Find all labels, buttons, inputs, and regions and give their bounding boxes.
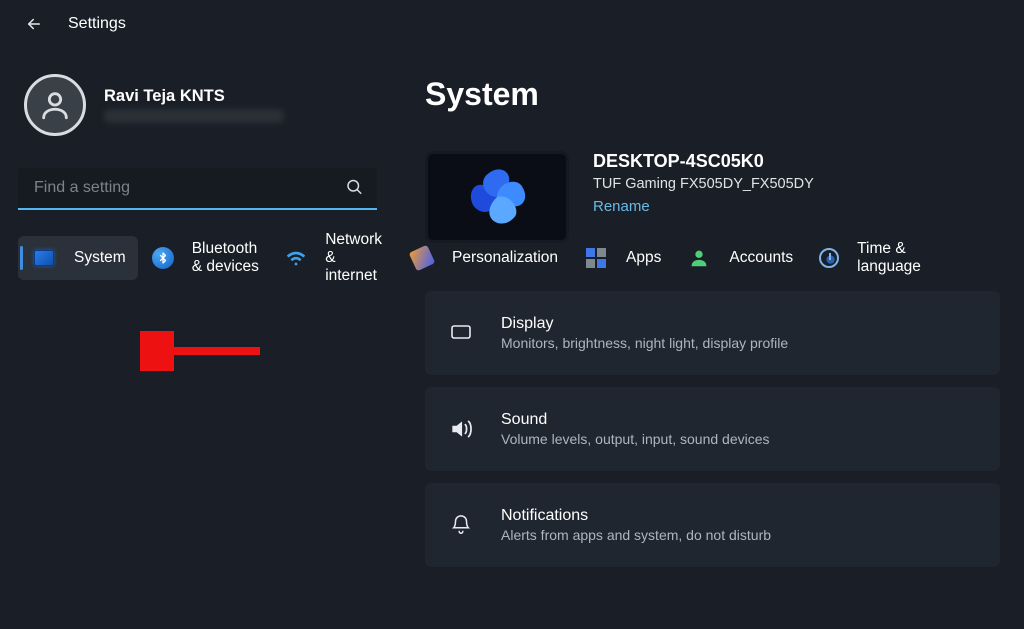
card-title: Sound: [501, 411, 770, 429]
sidebar-item-network[interactable]: Network & internet: [271, 236, 396, 280]
sidebar-item-label: Network & internet: [325, 231, 384, 285]
back-button[interactable]: [22, 12, 46, 36]
sidebar-item-label: Time & language: [857, 240, 925, 276]
device-block: DESKTOP-4SC05K0 TUF Gaming FX505DY_FX505…: [425, 151, 1000, 243]
device-thumbnail: [425, 151, 569, 243]
bluetooth-icon: [152, 247, 174, 269]
device-model: TUF Gaming FX505DY_FX505DY: [593, 176, 814, 192]
user-icon: [38, 88, 72, 122]
sidebar-item-label: System: [74, 249, 126, 267]
rename-link[interactable]: Rename: [593, 198, 814, 215]
sidebar: Ravi Teja KNTS System Bluetooth & device…: [0, 46, 395, 629]
system-icon: [34, 250, 54, 266]
sidebar-item-label: Accounts: [729, 249, 793, 267]
user-email-redacted: [104, 109, 284, 123]
card-title: Display: [501, 315, 788, 333]
sidebar-item-label: Apps: [626, 249, 661, 267]
card-sound[interactable]: Sound Volume levels, output, input, soun…: [425, 387, 1000, 471]
sidebar-item-apps[interactable]: Apps: [570, 236, 673, 280]
sidebar-item-personalization[interactable]: Personalization: [396, 236, 570, 280]
sidebar-item-system[interactable]: System: [18, 236, 138, 280]
clock-icon: [819, 246, 839, 270]
card-title: Notifications: [501, 507, 771, 525]
sound-icon: [447, 415, 475, 443]
back-arrow-icon: [25, 15, 43, 33]
display-icon: [447, 319, 475, 347]
user-block[interactable]: Ravi Teja KNTS: [18, 46, 377, 162]
avatar: [24, 74, 86, 136]
sidebar-item-accounts[interactable]: Accounts: [673, 236, 805, 280]
main-content: System DESKTOP-4SC05K0 TUF Gaming FX505D…: [395, 46, 1024, 629]
sidebar-item-label: Bluetooth & devices: [192, 240, 260, 276]
bell-icon: [447, 511, 475, 539]
wifi-icon: [285, 246, 307, 270]
card-notifications[interactable]: Notifications Alerts from apps and syste…: [425, 483, 1000, 567]
card-sub: Volume levels, output, input, sound devi…: [501, 431, 770, 447]
search-icon: [345, 178, 363, 201]
card-display[interactable]: Display Monitors, brightness, night ligh…: [425, 291, 1000, 375]
search-input[interactable]: [18, 168, 377, 210]
brush-icon: [410, 246, 434, 270]
sidebar-item-label: Personalization: [452, 249, 558, 267]
content-title: System: [425, 76, 1000, 113]
user-name: Ravi Teja KNTS: [104, 87, 284, 106]
windows-bloom-icon: [457, 157, 537, 237]
sidebar-nav: System Bluetooth & devices Network & int…: [18, 236, 377, 286]
page-title: Settings: [68, 15, 126, 33]
card-sub: Monitors, brightness, night light, displ…: [501, 335, 788, 351]
card-sub: Alerts from apps and system, do not dist…: [501, 527, 771, 543]
header: Settings: [0, 0, 1024, 46]
device-name: DESKTOP-4SC05K0: [593, 151, 814, 172]
accounts-icon: [687, 246, 711, 270]
sidebar-item-bluetooth[interactable]: Bluetooth & devices: [138, 236, 272, 280]
apps-icon: [586, 248, 606, 268]
sidebar-item-time-language[interactable]: Time & language: [805, 236, 937, 280]
search-wrap: [18, 168, 377, 210]
annotation-arrow-icon: [140, 331, 270, 371]
